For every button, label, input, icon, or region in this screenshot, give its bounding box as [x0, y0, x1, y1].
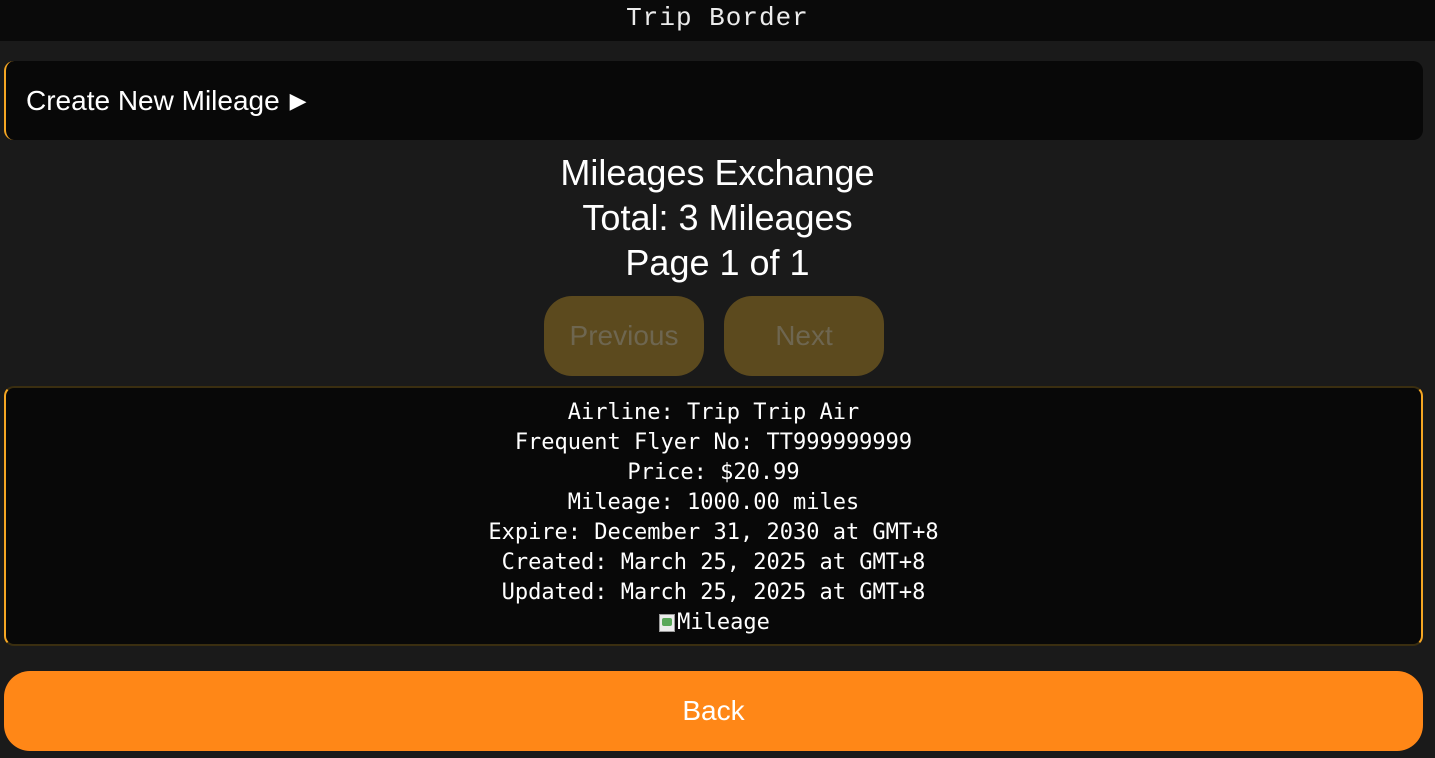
frequent-flyer-text: Frequent Flyer No: TT999999999	[514, 430, 913, 455]
mileage-card: Airline: Trip Trip Air Frequent Flyer No…	[4, 386, 1423, 646]
back-button[interactable]: Back	[4, 671, 1423, 751]
price-text: Price: $20.99	[627, 460, 800, 485]
total-count: Total: 3 Mileages	[582, 197, 853, 238]
mileage-image-alt: Mileage	[677, 610, 770, 635]
app-header: Trip Border	[0, 0, 1435, 41]
updated-text: Updated: March 25, 2025 at GMT+8	[501, 580, 926, 605]
next-button[interactable]: Next	[724, 296, 884, 376]
play-triangle-icon: ▶	[289, 87, 307, 113]
page-heading: Mileages Exchange Total: 3 Mileages Page…	[0, 150, 1435, 285]
create-new-mileage-label: Create New Mileage	[26, 84, 280, 116]
create-new-mileage-toggle[interactable]: Create New Mileage ▶	[4, 61, 1423, 140]
page-title: Mileages Exchange	[560, 152, 875, 193]
created-text: Created: March 25, 2025 at GMT+8	[501, 550, 926, 575]
app-title: Trip Border	[626, 3, 809, 33]
mileage-text: Mileage: 1000.00 miles	[567, 490, 860, 515]
expire-text: Expire: December 31, 2030 at GMT+8	[488, 520, 939, 545]
mileage-image: Mileage	[657, 608, 770, 638]
previous-button[interactable]: Previous	[544, 296, 704, 376]
page-indicator: Page 1 of 1	[625, 242, 810, 283]
airline-text: Airline: Trip Trip Air	[567, 400, 860, 425]
broken-image-icon	[657, 612, 677, 634]
